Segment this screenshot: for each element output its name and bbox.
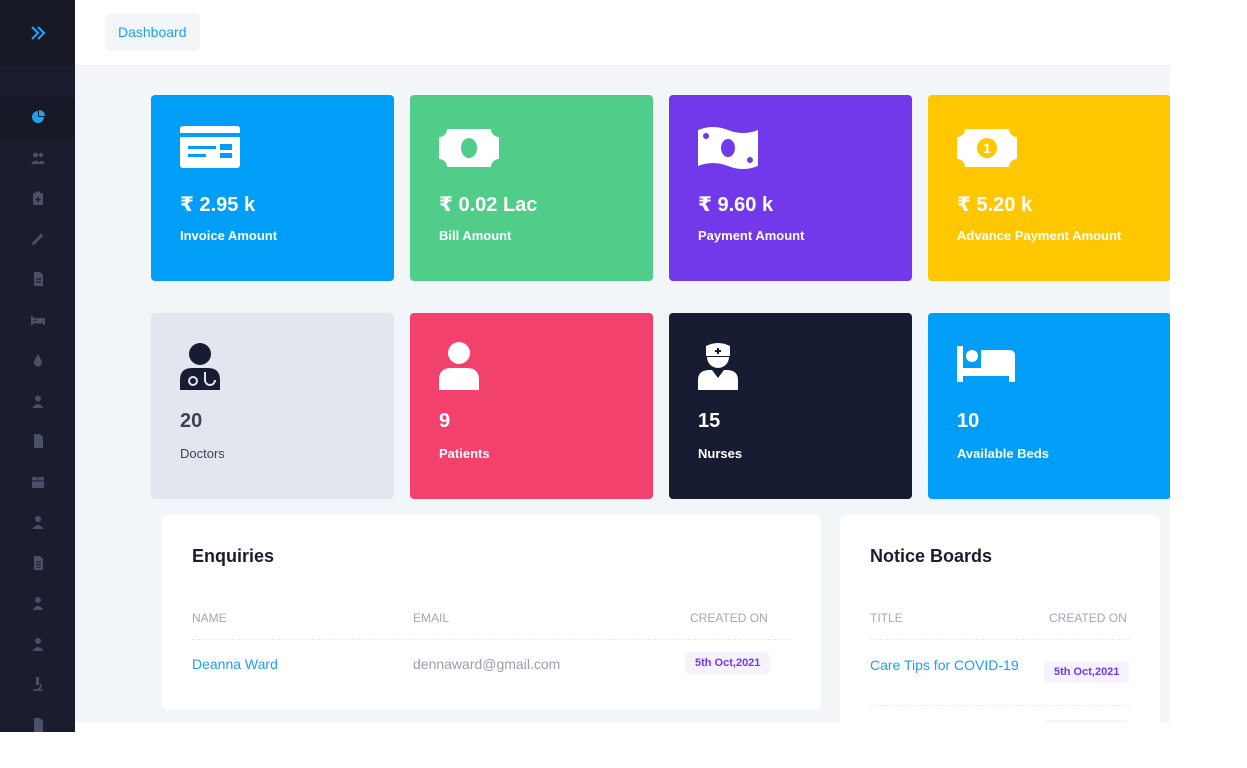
breadcrumb-dashboard[interactable]: Dashboard: [105, 13, 200, 51]
money-bill-coin-icon: 1: [957, 129, 1017, 167]
sidebar-item-diagnosis[interactable]: [0, 664, 75, 705]
user-nurse-icon: [32, 395, 43, 408]
sidebar-item-dashboard[interactable]: [0, 97, 75, 138]
microscope-icon: [32, 677, 43, 692]
user-tie-icon: [32, 597, 43, 611]
syringe-icon: [31, 233, 44, 246]
column-header-email: EMAIL: [413, 611, 450, 625]
svg-text:1: 1: [983, 140, 991, 156]
notice-boards-panel: Notice Boards TITLE CREATED ON Care Tips…: [840, 515, 1160, 722]
stat-label: Advance Payment Amount: [957, 228, 1122, 243]
sidebar-item-nurses[interactable]: [0, 381, 75, 422]
sidebar-toggle[interactable]: [0, 0, 75, 65]
stat-label: Available Beds: [957, 446, 1050, 461]
invoice-icon: [180, 126, 240, 168]
available-beds-card[interactable]: 10 Available Beds: [928, 313, 1170, 499]
users-icon: [30, 152, 45, 164]
stat-value: 20: [180, 410, 203, 432]
created-on-badge: 5th Oct,2021: [685, 652, 771, 674]
sidebar: [0, 0, 75, 732]
sidebar-item-reports[interactable]: [0, 543, 75, 584]
bill-amount-card[interactable]: ₹ 0.02 Lac Bill Amount: [410, 95, 653, 281]
enquiries-panel: Enquiries NAME EMAIL CREATED ON Deanna W…: [162, 515, 821, 710]
stat-label: Patients: [439, 446, 490, 461]
sidebar-item-blood-bank[interactable]: [0, 340, 75, 381]
doctor-icon: [180, 343, 220, 390]
file-icon: [33, 434, 43, 449]
notice-boards-title: Notice Boards: [870, 546, 993, 566]
clipboard-plus-icon: [32, 191, 43, 206]
stat-value: ₹ 5.20 k: [957, 194, 1033, 216]
row-divider: [192, 639, 791, 640]
user-doctor-icon: [32, 516, 43, 530]
patients-card[interactable]: 9 Patients: [410, 313, 653, 499]
blood-drop-icon: [33, 354, 42, 367]
created-on-badge: [1044, 720, 1128, 722]
sidebar-item-accountants[interactable]: [0, 583, 75, 624]
sidebar-item-patients[interactable]: [0, 624, 75, 665]
money-bill-icon: [439, 129, 499, 167]
row-divider: [870, 705, 1130, 706]
box-icon: [31, 476, 44, 488]
bed-icon: [957, 346, 1015, 382]
file-invoice-icon: [33, 272, 43, 287]
sidebar-item-beds[interactable]: [0, 300, 75, 341]
pie-chart-icon: [31, 110, 45, 124]
sidebar-item-vaccinations[interactable]: [0, 219, 75, 260]
enquiries-title: Enquiries: [192, 546, 275, 566]
created-on-badge: 5th Oct,2021: [1044, 661, 1130, 683]
invoice-amount-card[interactable]: ₹ 2.95 k Invoice Amount: [151, 95, 394, 281]
sidebar-item-doctors[interactable]: [0, 502, 75, 543]
file-lines-icon: [33, 555, 43, 570]
money-bill-wave-icon: [698, 127, 758, 169]
stat-label: Invoice Amount: [180, 228, 278, 243]
row-divider: [870, 639, 1130, 640]
stat-value: ₹ 9.60 k: [698, 194, 774, 216]
stat-value: 15: [698, 410, 721, 432]
stat-value: 10: [957, 410, 980, 432]
sidebar-item-users[interactable]: [0, 138, 75, 179]
top-bar: Dashboard: [75, 0, 1170, 65]
bed-icon: [30, 315, 45, 325]
stat-value: ₹ 2.95 k: [180, 194, 256, 216]
sidebar-item-documents[interactable]: [0, 421, 75, 462]
enquiry-email: dennaward@gmail.com: [413, 656, 561, 672]
payment-amount-card[interactable]: ₹ 9.60 k Payment Amount: [669, 95, 912, 281]
patient-icon: [439, 342, 479, 390]
dashboard-content: ₹ 2.95 k Invoice Amount ₹ 0.02 Lac Bill …: [75, 65, 1170, 722]
column-header-name: NAME: [192, 611, 227, 625]
stat-label: Bill Amount: [439, 228, 512, 243]
advance-payment-amount-card[interactable]: 1 ₹ 5.20 k Advance Payment Amount: [928, 95, 1170, 281]
sidebar-item-inventory[interactable]: [0, 462, 75, 503]
sidebar-item-prescriptions[interactable]: [0, 705, 75, 746]
notice-title-link[interactable]: Care Tips for COVID-19: [870, 655, 1025, 675]
sidebar-item-billing[interactable]: [0, 259, 75, 300]
nurses-card[interactable]: 15 Nurses: [669, 313, 912, 499]
column-header-title: TITLE: [870, 611, 903, 625]
column-header-created-on: CREATED ON: [1049, 611, 1127, 625]
stat-value: 9: [439, 410, 451, 432]
column-header-created-on: CREATED ON: [690, 611, 768, 625]
sidebar-item-cases[interactable]: [0, 178, 75, 219]
user-icon: [32, 637, 43, 651]
enquiry-name-link[interactable]: Deanna Ward: [192, 656, 278, 672]
stat-label: Doctors: [180, 446, 225, 461]
stat-value: ₹ 0.02 Lac: [439, 194, 538, 216]
nurse-icon: [698, 343, 738, 390]
file-prescription-icon: [33, 717, 43, 732]
doctors-card[interactable]: 20 Doctors: [151, 313, 394, 499]
double-chevron-right-icon: [30, 25, 46, 40]
stat-label: Nurses: [698, 446, 743, 461]
stat-label: Payment Amount: [698, 228, 805, 243]
